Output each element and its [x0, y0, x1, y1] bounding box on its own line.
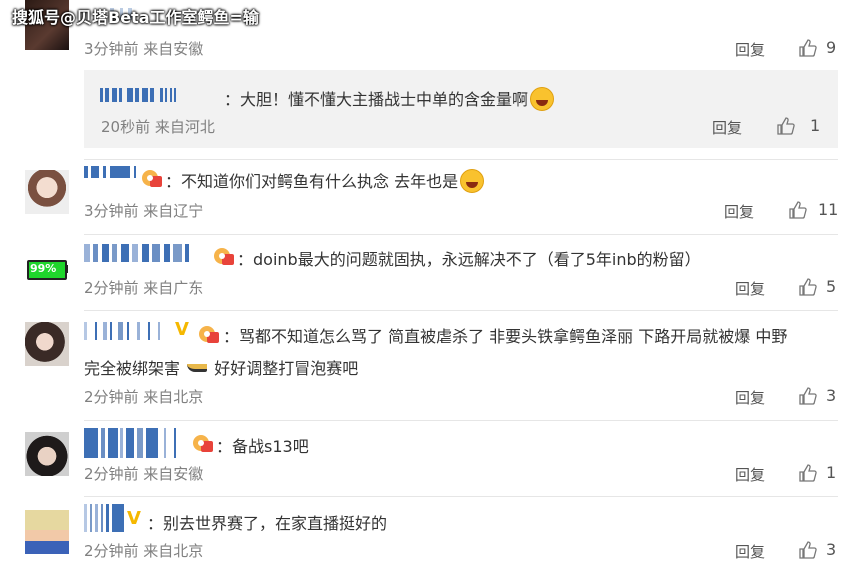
comment-meta: 3分钟前 来自安徽	[84, 40, 204, 58]
username[interactable]	[84, 504, 124, 532]
comment-meta: 2分钟前 来自安徽	[84, 465, 204, 483]
comment-meta: 3分钟前 来自辽宁	[84, 202, 204, 220]
divider	[84, 159, 838, 160]
username[interactable]	[84, 166, 136, 178]
reply-button[interactable]: 回复	[735, 387, 765, 408]
like-count: 3	[826, 386, 837, 405]
like-button[interactable]: 11	[788, 199, 838, 221]
comment-text: ：doinb最大的问题就固执，永远解决不了（看了5年inb的粉留）	[237, 250, 701, 269]
sub-reply-meta: 20秒前 来自河北	[101, 118, 215, 136]
thumbs-up-icon	[799, 387, 817, 405]
divider	[84, 420, 838, 421]
comment-meta: 2分钟前 来自广东	[84, 279, 204, 297]
fan-badge-icon	[214, 248, 234, 265]
thumbs-up-icon	[799, 464, 817, 482]
comment-text: ：别去世界赛了，在家直播挺好的	[147, 514, 388, 533]
like-count: 3	[826, 540, 837, 559]
fan-badge-icon	[193, 435, 213, 452]
like-count: 9	[826, 38, 837, 57]
like-count: 11	[818, 200, 839, 219]
like-button[interactable]: 1	[798, 462, 838, 484]
comment-meta: 2分钟前 来自北京	[84, 388, 204, 406]
like-button[interactable]: 9	[798, 37, 838, 59]
avatar[interactable]	[25, 432, 69, 476]
comment-meta: 2分钟前 来自北京	[84, 542, 204, 560]
avatar[interactable]	[25, 322, 69, 366]
like-button[interactable]: 3	[798, 385, 838, 407]
comment-text-part: 好好调整打冒泡赛吧	[214, 359, 359, 378]
reply-button[interactable]: 回复	[735, 541, 765, 562]
sub-reply-reply-button[interactable]: 回复	[712, 117, 742, 138]
avatar[interactable]: 99%	[25, 246, 69, 290]
thumbs-up-icon	[789, 201, 807, 219]
divider	[84, 310, 838, 311]
thumbs-up-icon	[799, 278, 817, 296]
sub-reply-username[interactable]	[100, 88, 176, 102]
fan-badge-icon	[199, 326, 219, 343]
smiling-emoji-icon	[460, 169, 485, 193]
vip-badge-icon: V	[175, 319, 189, 340]
thumbs-up-icon	[799, 541, 817, 559]
battery-label: 99%	[30, 262, 57, 275]
avatar[interactable]	[25, 170, 69, 214]
divider	[84, 234, 838, 235]
like-count: 5	[826, 277, 837, 296]
divider	[84, 496, 838, 497]
like-count: 1	[810, 116, 821, 135]
like-button[interactable]: 3	[798, 539, 838, 561]
fan-badge-icon	[142, 170, 162, 187]
sub-reply-like-button[interactable]: 1	[776, 115, 820, 137]
vip-badge-icon: V	[127, 508, 141, 529]
avatar[interactable]	[25, 510, 69, 554]
comment-text: ：备战s13吧	[216, 437, 309, 456]
reply-button[interactable]: 回复	[735, 464, 765, 485]
laughing-emoji-icon	[530, 87, 555, 111]
shoe-emoji-icon	[187, 359, 208, 372]
like-button[interactable]: 5	[798, 276, 838, 298]
username[interactable]	[84, 244, 189, 262]
thumbs-up-icon	[777, 117, 795, 135]
watermark-text: 搜狐号@贝塔Beta工作室鳄鱼=输	[12, 8, 259, 27]
comment-text-part: 完全被绑架害	[84, 359, 181, 378]
like-count: 1	[826, 463, 837, 482]
username[interactable]	[84, 322, 160, 340]
sub-reply-text: ：大胆！懂不懂大主播战士中单的含金量啊	[224, 90, 529, 109]
reply-button[interactable]: 回复	[735, 278, 765, 299]
comment-text: ：不知道你们对鳄鱼有什么执念 去年也是	[165, 172, 459, 191]
sub-reply-text-line: ：大胆！懂不懂大主播战士中单的含金量啊	[224, 86, 555, 111]
comment-text-line: ：不知道你们对鳄鱼有什么执念 去年也是	[165, 168, 485, 193]
thumbs-up-icon	[799, 39, 817, 57]
reply-button[interactable]: 回复	[735, 39, 765, 60]
comment-text-line-2: 完全被绑架害 好好调整打冒泡赛吧	[84, 355, 358, 379]
comment-text: ：骂都不知道怎么骂了 简直被虐杀了 非要头铁拿鳄鱼泽丽 下路开局就被爆 中野	[223, 327, 788, 346]
reply-button[interactable]: 回复	[724, 201, 754, 222]
username[interactable]	[84, 428, 176, 458]
